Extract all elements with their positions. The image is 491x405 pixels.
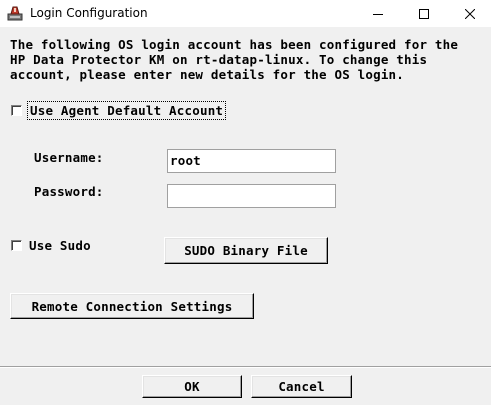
password-input[interactable]: [167, 184, 336, 208]
description-text: The following OS login account has been …: [10, 37, 459, 82]
cancel-button[interactable]: Cancel: [251, 375, 352, 398]
footer-divider: [0, 366, 491, 368]
use-sudo-label[interactable]: Use Sudo: [29, 238, 91, 253]
login-configuration-dialog: Login Configuration The following OS log…: [0, 0, 491, 405]
close-button[interactable]: [447, 0, 491, 27]
ok-button[interactable]: OK: [142, 375, 242, 398]
maximize-icon: [419, 8, 429, 19]
close-icon: [465, 8, 475, 19]
use-agent-default-label[interactable]: Use Agent Default Account: [27, 101, 227, 120]
minimize-icon: [373, 9, 383, 19]
username-input[interactable]: root: [167, 149, 336, 173]
window-title: Login Configuration: [30, 6, 148, 20]
sudo-binary-file-button[interactable]: SUDO Binary File: [164, 237, 328, 264]
use-sudo-checkbox[interactable]: [11, 240, 22, 251]
password-label: Password:: [34, 184, 104, 199]
username-label: Username:: [34, 150, 104, 165]
minimize-button[interactable]: [355, 0, 401, 27]
remote-connection-settings-button[interactable]: Remote Connection Settings: [10, 293, 254, 319]
title-bar: Login Configuration: [0, 0, 491, 27]
app-icon: [7, 5, 23, 21]
maximize-button[interactable]: [401, 0, 447, 27]
use-agent-default-checkbox[interactable]: [11, 105, 22, 116]
